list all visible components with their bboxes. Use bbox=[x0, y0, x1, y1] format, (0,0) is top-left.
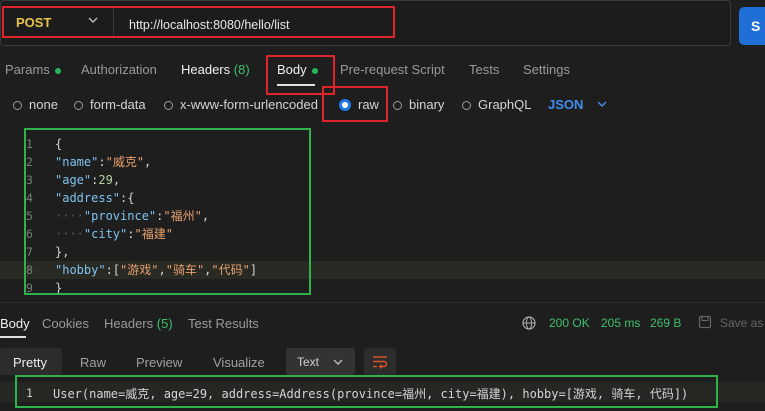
format-tab-visualize[interactable]: Visualize bbox=[213, 355, 265, 370]
format-tab-raw[interactable]: Raw bbox=[80, 355, 106, 370]
radio-form-data[interactable]: form-data bbox=[74, 97, 146, 112]
status-code: 200 OK bbox=[549, 316, 590, 330]
radio-icon bbox=[13, 101, 22, 110]
response-time: 205 ms bbox=[601, 316, 641, 330]
tab-settings[interactable]: Settings bbox=[523, 62, 570, 77]
send-button[interactable]: S bbox=[739, 7, 765, 45]
save-icon[interactable] bbox=[698, 315, 712, 329]
annotation-response-box bbox=[15, 375, 718, 408]
globe-icon[interactable] bbox=[522, 316, 536, 330]
radio-graphql[interactable]: GraphQL bbox=[462, 97, 531, 112]
radio-icon bbox=[462, 101, 471, 110]
response-size: 269 B bbox=[650, 316, 682, 330]
radio-icon bbox=[164, 101, 173, 110]
chevron-down-icon bbox=[597, 101, 607, 107]
radio-none[interactable]: none bbox=[13, 97, 58, 112]
tab-authorization[interactable]: Authorization bbox=[81, 62, 157, 77]
response-tab-headers[interactable]: Headers (5) bbox=[104, 316, 173, 331]
wrap-lines-button[interactable] bbox=[364, 348, 396, 375]
params-dot-icon bbox=[54, 67, 61, 74]
tab-headers[interactable]: Headers (8) bbox=[181, 62, 250, 77]
annotation-raw-box bbox=[322, 86, 388, 122]
annotation-editor-box bbox=[24, 128, 311, 295]
format-select[interactable]: JSON bbox=[548, 97, 607, 112]
radio-urlencoded[interactable]: x-www-form-urlencoded bbox=[164, 97, 318, 112]
save-as-button[interactable]: Save as bbox=[720, 316, 763, 330]
tab-tests[interactable]: Tests bbox=[469, 62, 499, 77]
tab-params[interactable]: Params bbox=[5, 62, 61, 77]
annotation-url-box bbox=[2, 6, 395, 38]
format-tab-pretty[interactable]: Pretty bbox=[13, 355, 47, 370]
response-tab-test-results[interactable]: Test Results bbox=[188, 316, 259, 331]
radio-binary[interactable]: binary bbox=[393, 97, 444, 112]
radio-icon bbox=[393, 101, 402, 110]
response-type-select[interactable]: Text bbox=[286, 348, 355, 375]
tab-pre-request-script[interactable]: Pre-request Script bbox=[340, 62, 445, 77]
panel-divider bbox=[0, 302, 765, 303]
chevron-down-icon bbox=[333, 359, 343, 365]
format-tab-preview[interactable]: Preview bbox=[136, 355, 182, 370]
response-tab-underline bbox=[0, 336, 26, 338]
wrap-lines-icon bbox=[373, 356, 388, 369]
response-tab-cookies[interactable]: Cookies bbox=[42, 316, 89, 331]
radio-icon bbox=[74, 101, 83, 110]
response-tab-body[interactable]: Body bbox=[0, 316, 30, 331]
